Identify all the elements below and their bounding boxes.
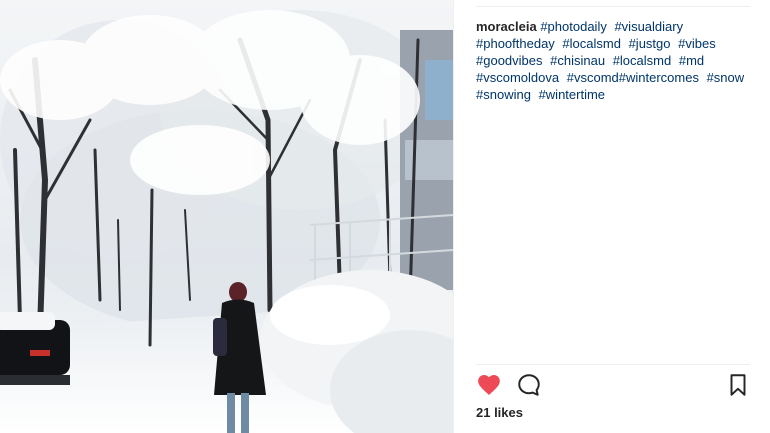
hashtag-link[interactable]: #vscomd#wintercomes (567, 70, 699, 85)
snowy-street-photo (0, 0, 453, 433)
post-caption: moracleia #photodaily #visualdiary #phoo… (476, 18, 751, 103)
hashtag-link[interactable]: #localsmd (613, 53, 672, 68)
hashtag-link[interactable]: #vibes (678, 36, 716, 51)
top-divider (476, 6, 750, 7)
post-photo[interactable] (0, 0, 453, 433)
hashtag-link[interactable]: #snow (707, 70, 745, 85)
comment-icon (518, 374, 540, 396)
actions-divider (476, 364, 750, 365)
hashtag-link[interactable]: #wintertime (539, 87, 605, 102)
like-button[interactable] (476, 372, 502, 398)
hashtag-link[interactable]: #goodvibes (476, 53, 543, 68)
hashtag-link[interactable]: #vscomoldova (476, 70, 559, 85)
hashtag-link[interactable]: #chisinau (550, 53, 605, 68)
hashtag-link[interactable]: #md (679, 53, 704, 68)
post-actions-bar (476, 372, 751, 400)
hashtag-link[interactable]: #justgo (629, 36, 671, 51)
username-link[interactable]: moracleia (476, 19, 537, 34)
post-details-panel: moracleia #photodaily #visualdiary #phoo… (453, 0, 770, 433)
bookmark-icon (730, 374, 746, 396)
likes-count[interactable]: 21 likes (476, 405, 523, 420)
hashtag-link[interactable]: #phooftheday (476, 36, 555, 51)
comment-button[interactable] (516, 372, 542, 398)
hashtag-link[interactable]: #photodaily (540, 19, 607, 34)
heart-icon (478, 375, 500, 395)
save-button[interactable] (725, 372, 751, 398)
hashtag-link[interactable]: #visualdiary (614, 19, 683, 34)
hashtag-link[interactable]: #snowing (476, 87, 531, 102)
hashtag-link[interactable]: #localsmd (562, 36, 621, 51)
